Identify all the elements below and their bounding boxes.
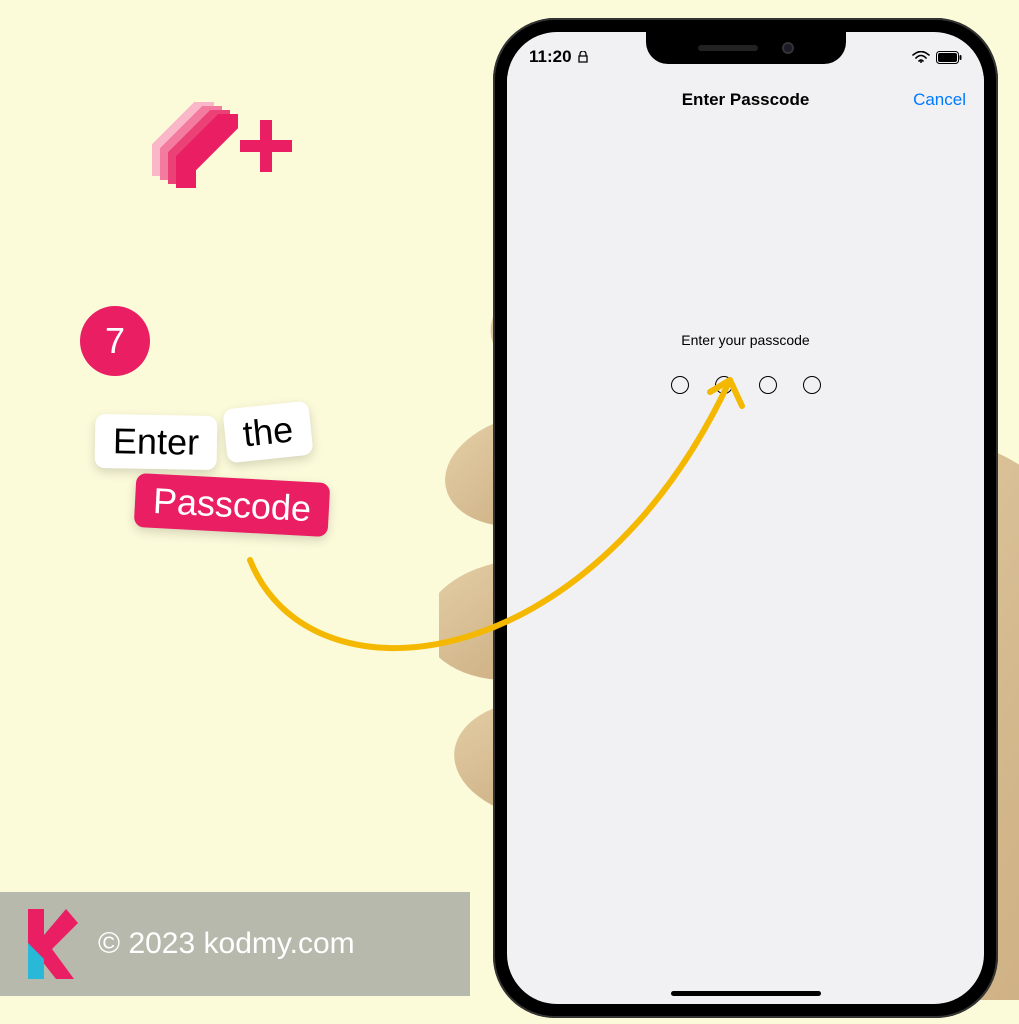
kodmy-logo-icon [22,909,78,979]
passcode-dot[interactable] [671,376,689,394]
passcode-dots[interactable] [671,376,821,394]
chip-passcode: Passcode [134,473,331,537]
passcode-dot[interactable] [759,376,777,394]
cancel-button[interactable]: Cancel [913,90,966,110]
navbar-title: Enter Passcode [682,90,810,110]
wifi-icon [912,51,930,63]
phone-screen: 11:20 Enter Passcode Cancel [507,32,984,1004]
front-camera [782,42,794,54]
passcode-prompt: Enter your passcode [681,332,809,348]
speaker-grille [698,45,758,51]
step-number: 7 [105,320,125,362]
passcode-dot[interactable] [803,376,821,394]
home-indicator[interactable] [671,991,821,996]
status-time: 11:20 [529,47,572,67]
passcode-dot[interactable] [715,376,733,394]
phone-frame: 11:20 Enter Passcode Cancel [493,18,998,1018]
lock-icon [578,51,588,63]
chip-the: the [222,401,313,464]
step-number-badge: 7 [80,306,150,376]
chip-enter: Enter [95,414,218,470]
passcode-area: Enter your passcode [507,332,984,394]
battery-icon [936,51,962,64]
navbar: Enter Passcode Cancel [507,76,984,124]
footer-bar: © 2023 kodmy.com [0,892,470,996]
phone-notch [646,32,846,64]
footer-copyright: © 2023 kodmy.com [98,927,355,961]
brand-logo [130,80,300,210]
